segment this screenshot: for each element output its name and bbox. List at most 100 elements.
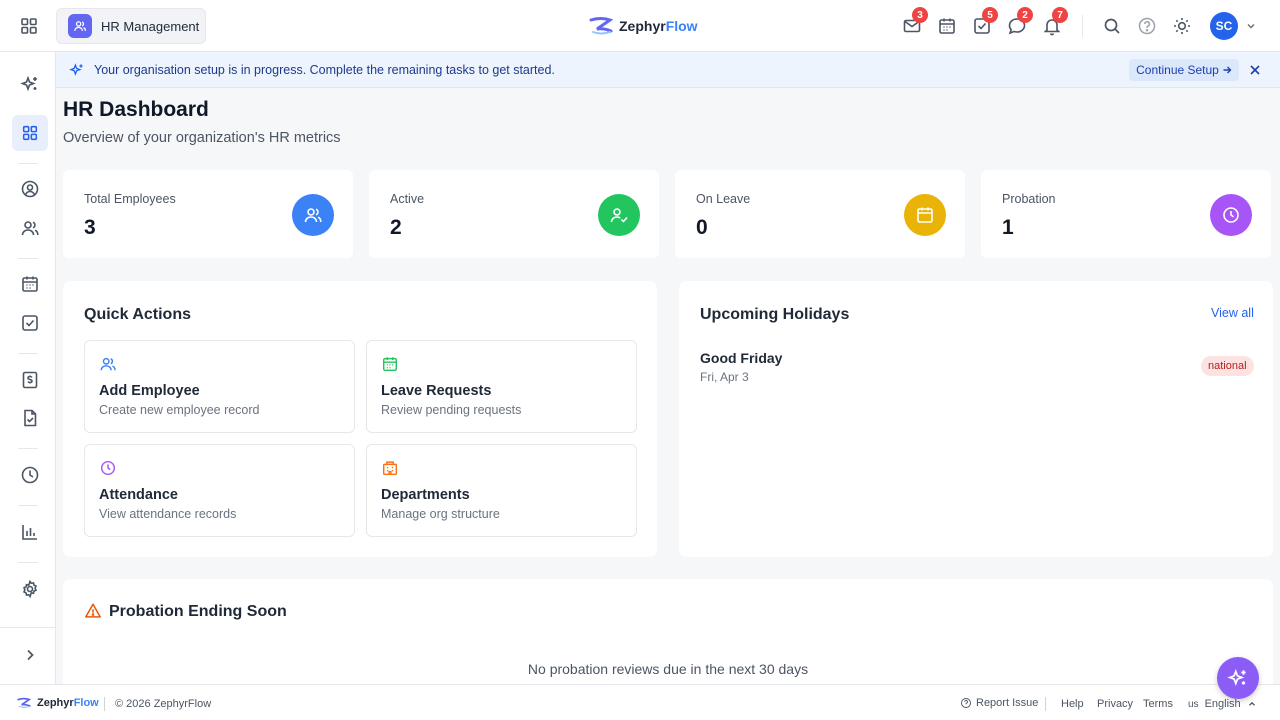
clock-icon	[99, 459, 117, 477]
tasks-button[interactable]: 5	[972, 7, 998, 36]
quick-action-desc: View attendance records	[99, 507, 237, 521]
sparkles-icon	[69, 62, 85, 78]
chevron-down-icon[interactable]	[1245, 20, 1257, 32]
sun-icon	[1174, 18, 1190, 34]
sidebar-separator	[18, 353, 38, 354]
close-icon[interactable]	[1249, 64, 1261, 76]
stat-card-probation[interactable]: Probation 1	[981, 170, 1271, 258]
holiday-type-badge: national	[1201, 356, 1254, 376]
sidebar-separator	[18, 448, 38, 449]
sidebar-separator	[0, 627, 55, 628]
stat-label: On Leave	[696, 192, 751, 206]
terms-link[interactable]: Terms	[1143, 698, 1173, 710]
privacy-link[interactable]: Privacy	[1097, 698, 1133, 710]
panel-title: Upcoming Holidays	[700, 306, 850, 323]
topbar-divider	[1082, 15, 1083, 37]
sidebar-item-dashboard[interactable]	[12, 115, 48, 151]
quick-action-add-employee[interactable]: Add Employee Create new employee record	[84, 340, 355, 433]
sidebar-item-approvals[interactable]	[12, 305, 48, 341]
sidebar-item-attendance[interactable]	[12, 457, 48, 493]
page-subtitle: Overview of your organization's HR metri…	[63, 130, 341, 146]
sidebar-item-profile[interactable]	[12, 171, 48, 207]
module-label: HR Management	[101, 18, 200, 34]
checkbox-icon	[22, 315, 38, 331]
bar-chart-icon	[22, 525, 37, 540]
stat-card-active[interactable]: Active 2	[369, 170, 659, 258]
footer-logo[interactable]: ZephyrFlow	[17, 697, 99, 709]
users-icon	[99, 355, 117, 373]
sidebar-separator	[18, 562, 38, 563]
quick-action-desc: Manage org structure	[381, 507, 500, 521]
footer-divider	[1045, 697, 1046, 711]
warning-icon	[84, 602, 102, 620]
sidebar-item-payroll[interactable]	[12, 362, 48, 398]
users-icon	[68, 14, 92, 38]
language-selector[interactable]: us English	[1188, 698, 1257, 710]
view-all-link[interactable]: View all	[1211, 306, 1254, 320]
quick-action-desc: Review pending requests	[381, 403, 522, 417]
mail-button[interactable]: 3	[902, 7, 928, 36]
sidebar-expand-button[interactable]	[12, 637, 48, 673]
quick-action-title: Leave Requests	[381, 383, 492, 399]
sidebar-separator	[18, 163, 38, 164]
sidebar-separator	[18, 258, 38, 259]
zephyr-logo-icon	[589, 17, 613, 35]
upcoming-holidays-panel: Upcoming Holidays View all Good Friday F…	[679, 281, 1273, 557]
tasks-badge: 5	[982, 7, 998, 23]
logo-text-suffix: Flow	[665, 18, 698, 34]
stat-card-total-employees[interactable]: Total Employees 3	[63, 170, 353, 258]
module-switcher[interactable]: HR Management	[56, 8, 206, 44]
search-button[interactable]	[1102, 16, 1122, 36]
sidebar-item-reports[interactable]	[12, 514, 48, 550]
clock-icon	[21, 466, 39, 484]
continue-setup-button[interactable]: Continue Setup	[1129, 59, 1239, 81]
quick-action-leave-requests[interactable]: Leave Requests Review pending requests	[366, 340, 637, 433]
footer-divider	[104, 697, 105, 711]
calendar-button[interactable]	[937, 16, 957, 36]
user-check-icon	[598, 194, 640, 236]
quick-action-departments[interactable]: Departments Manage org structure	[366, 444, 637, 537]
sidebar-item-employees[interactable]	[12, 210, 48, 246]
dashboard-icon	[22, 125, 38, 141]
notifications-button[interactable]: 7	[1042, 7, 1068, 36]
quick-action-attendance[interactable]: Attendance View attendance records	[84, 444, 355, 537]
sidebar-item-documents[interactable]	[12, 400, 48, 436]
user-avatar[interactable]: SC	[1210, 12, 1238, 40]
sidebar-item-calendar[interactable]	[12, 266, 48, 302]
probation-panel: Probation Ending Soon No probation revie…	[63, 579, 1273, 689]
help-link[interactable]: Help	[1061, 698, 1084, 710]
sidebar-item-ai[interactable]	[12, 66, 48, 102]
logo-text-prefix: Zephyr	[619, 18, 666, 34]
calendar-icon	[22, 276, 38, 292]
footer-logo-suffix: Flow	[73, 697, 99, 709]
help-icon	[961, 698, 971, 708]
quick-action-desc: Create new employee record	[99, 403, 260, 417]
setup-banner: Your organisation setup is in progress. …	[56, 52, 1280, 88]
copyright-text: © 2026 ZephyrFlow	[115, 698, 212, 710]
theme-toggle-button[interactable]	[1172, 16, 1192, 36]
chevron-up-icon	[1248, 701, 1255, 706]
apps-grid-icon[interactable]	[19, 16, 39, 36]
users-icon	[21, 221, 39, 236]
chat-button[interactable]: 2	[1007, 7, 1033, 36]
ai-assistant-button[interactable]	[1217, 657, 1259, 699]
sidebar-separator	[18, 505, 38, 506]
gear-icon	[22, 579, 38, 599]
clock-icon	[1210, 194, 1252, 236]
calendar-icon	[939, 18, 955, 34]
stat-card-on-leave[interactable]: On Leave 0	[675, 170, 965, 258]
help-button[interactable]	[1137, 16, 1157, 36]
help-icon	[1138, 17, 1156, 35]
quick-action-title: Add Employee	[99, 383, 200, 399]
zephyr-logo-icon	[17, 697, 31, 708]
sidebar-item-settings[interactable]	[12, 571, 48, 607]
chat-badge: 2	[1017, 7, 1033, 23]
arrow-right-icon	[1223, 66, 1232, 74]
app-logo[interactable]: ZephyrFlow	[589, 16, 698, 36]
panel-title: Probation Ending Soon	[109, 603, 287, 620]
report-issue-link[interactable]: Report Issue	[960, 697, 1038, 709]
report-issue-label: Report Issue	[976, 697, 1039, 709]
sparkles-icon	[1227, 668, 1246, 687]
footer: ZephyrFlow © 2026 ZephyrFlow Report Issu…	[0, 684, 1280, 720]
calendar-icon	[381, 355, 399, 373]
